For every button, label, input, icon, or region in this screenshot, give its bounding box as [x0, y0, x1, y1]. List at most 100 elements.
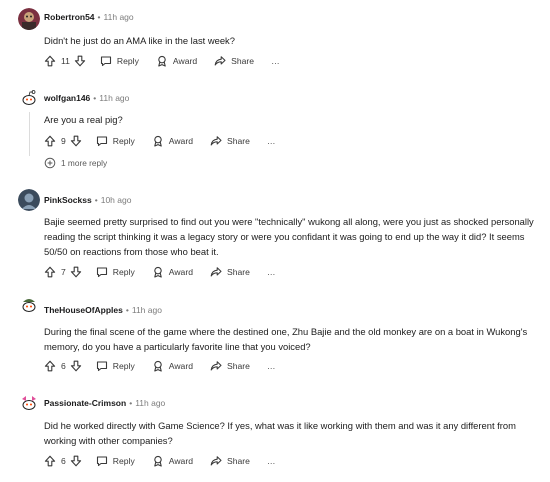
- more-options-icon: …: [266, 136, 276, 146]
- comment-text: Didn't he just do an AMA like in the las…: [44, 35, 235, 46]
- reply-button[interactable]: Reply: [96, 266, 135, 278]
- separator: •: [97, 12, 101, 22]
- vote-group: 11: [44, 55, 86, 67]
- award-button[interactable]: Award: [152, 266, 193, 278]
- vote-count: 6: [61, 456, 66, 466]
- reply-label: Reply: [112, 267, 135, 277]
- action-bar: 7 Reply Award Share …: [44, 264, 293, 280]
- thread-line[interactable]: [29, 112, 30, 156]
- award-icon: [152, 266, 164, 278]
- timestamp[interactable]: 11h ago: [104, 12, 134, 22]
- share-label: Share: [226, 456, 250, 466]
- comment-text: Bajie seemed pretty surprised to find ou…: [44, 216, 534, 257]
- share-button[interactable]: Share: [210, 360, 250, 372]
- avatar-image: [18, 392, 40, 414]
- action-bar: 9 Reply Award Share …: [44, 133, 293, 149]
- share-icon: [214, 55, 226, 67]
- more-options-button[interactable]: …: [267, 136, 276, 146]
- more-replies-label: 1 more reply: [61, 158, 108, 168]
- award-label: Award: [168, 136, 193, 146]
- share-button[interactable]: Share: [214, 55, 254, 67]
- reply-label: Reply: [116, 56, 139, 66]
- share-label: Share: [226, 136, 250, 146]
- more-options-icon: …: [266, 267, 276, 277]
- award-icon: [152, 360, 164, 372]
- comment-meta: TheHouseOfApples • 11h ago: [44, 305, 162, 315]
- reply-icon: [96, 266, 108, 278]
- award-button[interactable]: Award: [156, 55, 197, 67]
- more-options-button[interactable]: …: [267, 361, 276, 371]
- reply-button[interactable]: Reply: [96, 360, 135, 372]
- separator: •: [129, 398, 133, 408]
- separator: •: [94, 195, 98, 205]
- timestamp[interactable]: 10h ago: [101, 195, 132, 205]
- comment-meta: wolfgan146 • 11h ago: [44, 93, 129, 103]
- comment-meta: PinkSockss • 10h ago: [44, 195, 131, 205]
- more-options-button[interactable]: …: [267, 456, 276, 466]
- award-button[interactable]: Award: [152, 455, 193, 467]
- username[interactable]: wolfgan146: [44, 93, 90, 103]
- reply-button[interactable]: Reply: [96, 135, 135, 147]
- downvote-icon[interactable]: [70, 455, 82, 467]
- share-icon: [210, 360, 222, 372]
- share-button[interactable]: Share: [210, 266, 250, 278]
- avatar-image: [18, 87, 40, 109]
- upvote-icon[interactable]: [44, 55, 56, 67]
- vote-group: 9: [44, 135, 82, 147]
- action-bar: 6 Reply Award Share …: [44, 453, 293, 469]
- share-icon: [210, 135, 222, 147]
- vote-count: 6: [61, 361, 66, 371]
- avatar[interactable]: [18, 392, 40, 414]
- action-bar: 11 Reply Award Share …: [44, 53, 297, 69]
- upvote-icon[interactable]: [44, 455, 56, 467]
- more-replies-link[interactable]: 1 more reply: [44, 157, 107, 169]
- avatar[interactable]: [18, 294, 40, 316]
- reply-button[interactable]: Reply: [100, 55, 139, 67]
- share-button[interactable]: Share: [210, 455, 250, 467]
- comment-meta: Robertron54 • 11h ago: [44, 12, 134, 22]
- downvote-icon[interactable]: [70, 360, 82, 372]
- award-icon: [152, 135, 164, 147]
- downvote-icon[interactable]: [70, 135, 82, 147]
- award-button[interactable]: Award: [152, 135, 193, 147]
- downvote-icon[interactable]: [74, 55, 86, 67]
- avatar[interactable]: [18, 87, 40, 109]
- award-button[interactable]: Award: [152, 360, 193, 372]
- avatar-image: [18, 189, 40, 211]
- vote-count: 11: [61, 56, 70, 66]
- upvote-icon[interactable]: [44, 135, 56, 147]
- username[interactable]: Passionate-Crimson: [44, 398, 126, 408]
- username[interactable]: PinkSockss: [44, 195, 92, 205]
- action-bar: 6 Reply Award Share …: [44, 358, 293, 374]
- vote-group: 6: [44, 360, 82, 372]
- avatar-image: [18, 8, 40, 30]
- downvote-icon[interactable]: [70, 266, 82, 278]
- timestamp[interactable]: 11h ago: [135, 398, 165, 408]
- avatar[interactable]: [18, 189, 40, 211]
- share-label: Share: [226, 267, 250, 277]
- expand-plus-icon: [44, 157, 56, 169]
- more-options-icon: …: [266, 361, 276, 371]
- upvote-icon[interactable]: [44, 266, 56, 278]
- share-button[interactable]: Share: [210, 135, 250, 147]
- award-label: Award: [168, 267, 193, 277]
- reply-button[interactable]: Reply: [96, 455, 135, 467]
- avatar[interactable]: [18, 8, 40, 30]
- separator: •: [125, 305, 129, 315]
- more-options-button[interactable]: …: [271, 56, 280, 66]
- reply-icon: [100, 55, 112, 67]
- award-label: Award: [172, 56, 198, 66]
- award-icon: [152, 455, 164, 467]
- more-options-button[interactable]: …: [267, 267, 276, 277]
- share-label: Share: [231, 56, 255, 66]
- vote-count: 7: [61, 267, 66, 277]
- reply-label: Reply: [112, 136, 135, 146]
- timestamp[interactable]: 11h ago: [99, 93, 129, 103]
- timestamp[interactable]: 11h ago: [132, 305, 162, 315]
- upvote-icon[interactable]: [44, 360, 56, 372]
- avatar-image: [18, 294, 40, 316]
- award-label: Award: [168, 361, 193, 371]
- username[interactable]: TheHouseOfApples: [44, 305, 123, 315]
- username[interactable]: Robertron54: [44, 12, 95, 22]
- share-label: Share: [226, 361, 250, 371]
